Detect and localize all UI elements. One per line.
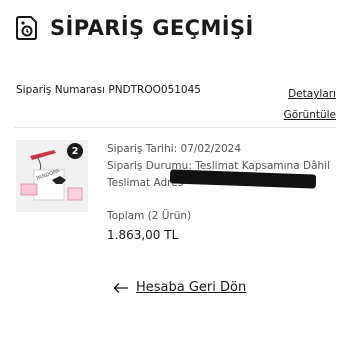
order-total-label: Toplam (2 Ürün) [107, 210, 192, 222]
receipt-icon [14, 14, 40, 42]
page-title: SİPARİŞ GEÇMİŞİ [50, 16, 254, 40]
order-number: Sipariş Numarası PNDTROO051045 [16, 84, 201, 96]
back-to-account-label: Hesaba Geri Dön [136, 280, 247, 295]
arrow-left-icon [113, 282, 129, 294]
order-info: Sipariş Tarihi: 07/02/2024 Sipariş Durum… [107, 141, 330, 244]
back-to-account-link[interactable]: Hesaba Geri Dön [113, 280, 246, 295]
order-date: Sipariş Tarihi: 07/02/2024 [107, 143, 242, 155]
divider [14, 127, 336, 128]
order-price: 1.863,00 TL [107, 228, 179, 242]
page-header: SİPARİŞ GEÇMİŞİ [14, 14, 254, 42]
view-details-link[interactable]: Detayları Görüntüle [276, 84, 336, 126]
quantity-badge: 2 [67, 143, 83, 159]
